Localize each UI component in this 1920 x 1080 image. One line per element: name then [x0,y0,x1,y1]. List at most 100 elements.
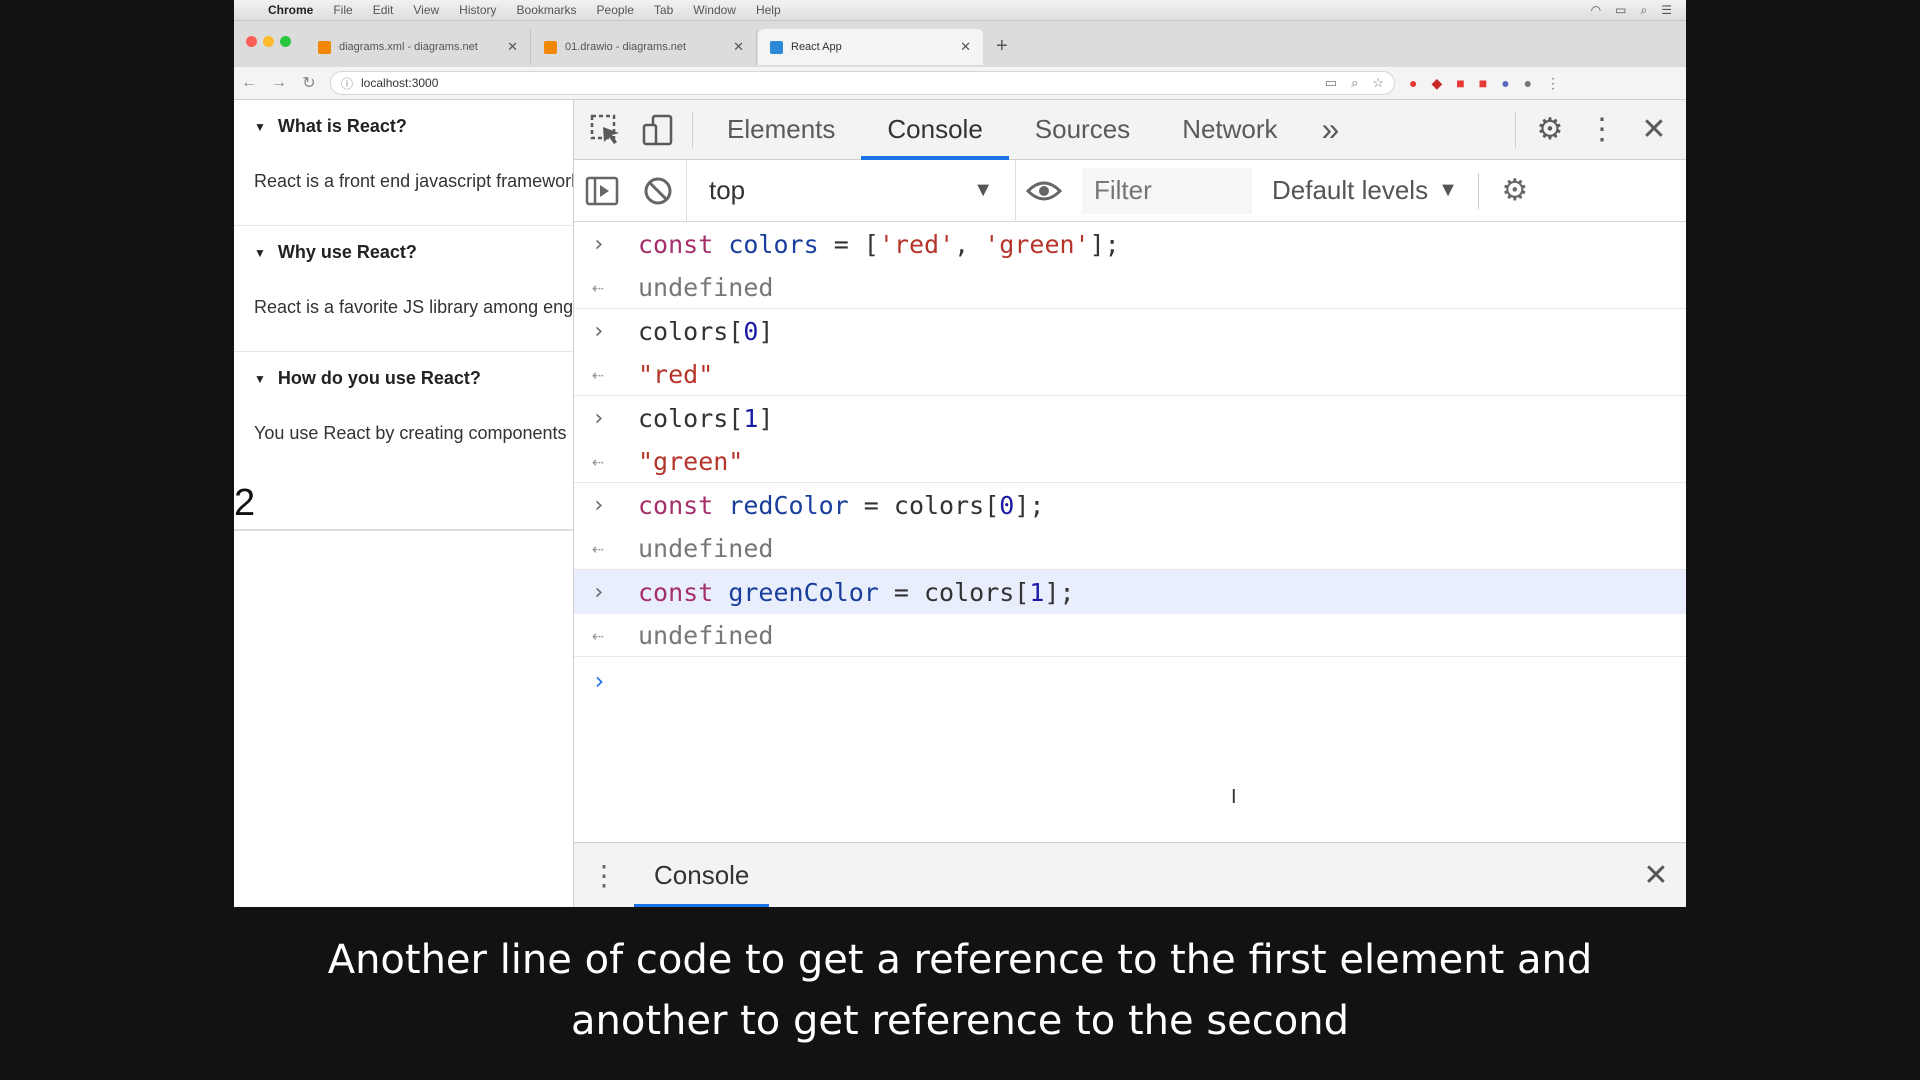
input-chevron-icon: › [592,318,606,344]
info-icon[interactable]: ⓘ [341,75,353,92]
menu-list-icon[interactable]: ☰ [1661,3,1672,18]
tab-close-icon[interactable]: ✕ [733,39,744,55]
browser-tab-active[interactable]: React App ✕ [758,29,983,65]
extension-icon[interactable]: ● [1501,75,1509,92]
faq-answer: React is a favorite JS library among eng… [254,297,574,317]
opera-extension-icon[interactable]: ● [1409,75,1417,92]
tab-console[interactable]: Console [861,100,1010,160]
toggle-sidebar-icon[interactable] [574,160,630,222]
url-text: localhost:3000 [361,76,439,90]
prompt-chevron-icon: › [592,667,607,695]
console-input-line: › colors[1] [574,396,1686,440]
menu-tab[interactable]: Tab [654,3,673,17]
tab-label: 01.drawio - diagrams.net [565,41,687,53]
dropdown-arrow-icon: ▼ [1438,179,1458,201]
tab-close-icon[interactable]: ✕ [507,39,518,55]
battery-icon[interactable]: ▭ [1615,3,1626,18]
inspect-element-icon[interactable] [580,100,632,160]
extension-icon[interactable]: ■ [1479,75,1487,92]
console-result-line: ⇠ "green" [574,440,1686,483]
menu-app[interactable]: Chrome [268,3,313,17]
new-tab-button[interactable]: + [996,35,1008,58]
tab-elements[interactable]: Elements [701,100,861,160]
video-caption: Another line of code to get a reference … [0,930,1920,1052]
omnibox[interactable]: ⓘ localhost:3000 ▭ ⌕ ☆ [330,71,1395,95]
console-input-line: › colors[0] [574,309,1686,353]
code-punct: ]; [1044,577,1075,607]
tab-sources[interactable]: Sources [1009,100,1156,160]
result-value: "red" [638,359,714,389]
browser-tab-2[interactable]: 01.drawio - diagrams.net ✕ [532,29,757,65]
result-arrow-icon: ⇠ [592,623,605,647]
log-levels-dropdown[interactable]: Default levels ▼ [1272,175,1458,206]
console-result-line: ⇠ undefined [574,266,1686,309]
back-icon[interactable]: ← [234,74,264,92]
tab-close-icon[interactable]: ✕ [960,39,971,55]
menu-history[interactable]: History [459,3,496,17]
close-drawer-icon[interactable]: ✕ [1626,858,1686,893]
device-toolbar-icon[interactable] [632,100,684,160]
bookmark-star-icon[interactable]: ☆ [1372,75,1384,91]
avatar[interactable]: ● [1524,75,1532,92]
settings-gear-icon[interactable]: ⚙ [1524,100,1576,160]
drawer-tab-console[interactable]: Console [634,843,770,907]
drawer-menu-icon[interactable]: ⋮ [574,859,634,892]
live-expression-eye-icon[interactable] [1016,160,1072,222]
devtools-drawer: ⋮ Console ✕ [574,842,1686,907]
cast-icon[interactable]: ▭ [1325,75,1337,91]
faq-answer: React is a front end javascript framewor… [254,171,574,191]
window-minimize-icon[interactable] [263,36,274,47]
react-app-page: ▼ What is React? React is a front end jav… [234,100,574,907]
caret-down-icon: ▼ [254,245,266,260]
window-zoom-icon[interactable] [280,36,291,47]
console-settings-gear-icon[interactable]: ⚙ [1487,160,1543,222]
context-selector[interactable]: top ▼ [686,159,1016,222]
react-favicon-icon [770,40,783,54]
filter-input[interactable] [1082,167,1252,214]
faq-answer: You use React by creating components [254,423,567,443]
close-devtools-icon[interactable]: ✕ [1628,100,1680,160]
extension-icon[interactable]: ■ [1456,75,1464,92]
clear-console-icon[interactable] [630,160,686,222]
menu-edit[interactable]: Edit [373,3,394,17]
console-toolbar: top ▼ Default levels ▼ ⚙ [574,159,1686,222]
menu-view[interactable]: View [413,3,439,17]
caret-down-icon: ▼ [254,371,266,386]
code-punct: ] [758,403,774,433]
code-text: = colors[ [878,577,1030,607]
result-arrow-icon: ⇠ [592,362,605,386]
wifi-icon[interactable]: ◠ [1591,3,1601,18]
input-chevron-icon: › [592,579,606,605]
chrome-menu-icon[interactable]: ⋮ [1546,75,1560,92]
result-arrow-icon: ⇠ [592,536,605,560]
devtools-toolbar: Elements Console Sources Network » ⚙ ⋮ ✕ [574,100,1686,160]
menu-people[interactable]: People [597,3,634,17]
faq-question[interactable]: ▼ What is React? [254,116,573,137]
more-options-icon[interactable]: ⋮ [1576,100,1628,160]
menu-bookmarks[interactable]: Bookmarks [517,3,577,17]
tab-network[interactable]: Network [1156,100,1303,160]
console-prompt[interactable]: › [574,657,1686,705]
browser-tab-1[interactable]: diagrams.xml - diagrams.net ✕ [306,29,531,65]
code-punct: ] [758,316,774,346]
menu-help[interactable]: Help [756,3,781,17]
faq-question[interactable]: ▼ Why use React? [254,242,573,263]
menu-window[interactable]: Window [693,3,736,17]
faq-question-text: Why use React? [277,242,417,262]
faq-question[interactable]: ▼ How do you use React? [254,368,573,389]
code-punct: ]; [1014,490,1045,520]
shield-extension-icon[interactable]: ◆ [1431,75,1442,92]
reload-icon[interactable]: ↻ [294,73,324,93]
result-value: "green" [638,446,744,476]
zoom-icon[interactable]: ⌕ [1351,75,1358,91]
more-tabs-icon[interactable]: » [1304,100,1358,160]
divider [1477,172,1479,209]
menu-file[interactable]: File [333,3,352,17]
code-text: colors[ [638,403,744,433]
search-icon[interactable]: ⌕ [1641,3,1648,18]
divider [1515,111,1516,148]
context-value: top [709,175,746,205]
console-result-line: ⇠ undefined [574,614,1686,657]
window-close-icon[interactable] [246,36,257,47]
forward-icon[interactable]: → [264,74,294,92]
